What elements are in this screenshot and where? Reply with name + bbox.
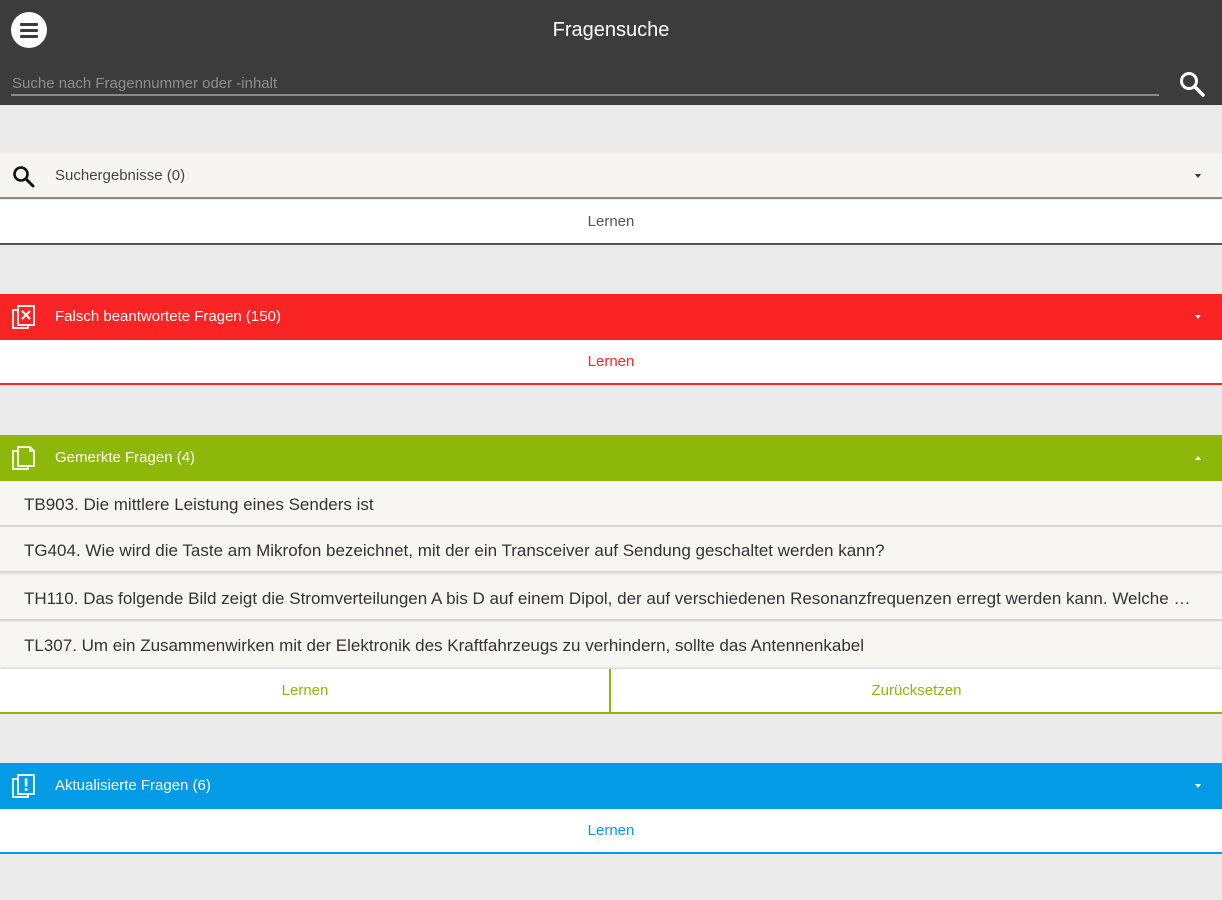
chevron-down-icon[interactable] <box>1195 784 1201 788</box>
bookmark-page-icon <box>10 445 38 473</box>
list-item[interactable]: TB903. Die mittlere Leistung eines Sende… <box>0 481 1222 527</box>
section-header-updated-questions[interactable]: Aktualisierte Fragen (6) <box>0 763 1222 809</box>
updated-questions-actions: Lernen <box>0 809 1222 854</box>
wrong-answers-actions: Lernen <box>0 340 1222 385</box>
search-input[interactable] <box>11 72 1159 96</box>
section-title: Aktualisierte Fragen (6) <box>55 777 211 794</box>
section-title: Suchergebnisse (0) <box>55 167 186 184</box>
exclamation-page-icon <box>10 773 38 801</box>
section-header-wrong-answers[interactable]: Falsch beantwortete Fragen (150) <box>0 294 1222 340</box>
magnifier-icon[interactable] <box>1178 70 1208 98</box>
question-text: TG404. Wie wird die Taste am Mikrofon be… <box>24 541 885 560</box>
chevron-down-icon[interactable] <box>1195 174 1201 178</box>
question-text: TL307. Um ein Zusammenwirken mit der Ele… <box>24 636 865 655</box>
list-item[interactable]: TH110. Das folgende Bild zeigt die Strom… <box>0 575 1222 621</box>
question-text: TB903. Die mittlere Leistung eines Sende… <box>24 495 374 514</box>
list-item[interactable]: TL307. Um ein Zusammenwirken mit der Ele… <box>0 622 1222 668</box>
section-header-search-results[interactable]: Suchergebnisse (0) <box>0 153 1222 199</box>
learn-button[interactable]: Lernen <box>0 200 1222 243</box>
learn-button[interactable]: Lernen <box>0 809 1222 852</box>
question-text: TH110. Das folgende Bild zeigt die Strom… <box>24 589 1200 608</box>
chevron-up-icon[interactable] <box>1195 456 1201 460</box>
chevron-down-icon[interactable] <box>1195 315 1201 319</box>
magnifier-icon <box>10 163 38 191</box>
learn-button[interactable]: Lernen <box>0 669 610 712</box>
section-header-marked-questions[interactable]: Gemerkte Fragen (4) <box>0 435 1222 481</box>
section-title: Gemerkte Fragen (4) <box>55 449 196 466</box>
app-bar: Fragensuche <box>0 0 1222 105</box>
marked-questions-actions: Lernen Zurücksetzen <box>0 669 1222 714</box>
learn-button[interactable]: Lernen <box>0 340 1222 383</box>
list-item[interactable]: TG404. Wie wird die Taste am Mikrofon be… <box>0 527 1222 573</box>
section-title: Falsch beantwortete Fragen (150) <box>55 308 281 325</box>
reset-button[interactable]: Zurücksetzen <box>611 669 1222 712</box>
wrong-answers-icon <box>10 304 38 332</box>
search-results-actions: Lernen <box>0 200 1222 245</box>
page-title: Fragensuche <box>552 19 670 41</box>
